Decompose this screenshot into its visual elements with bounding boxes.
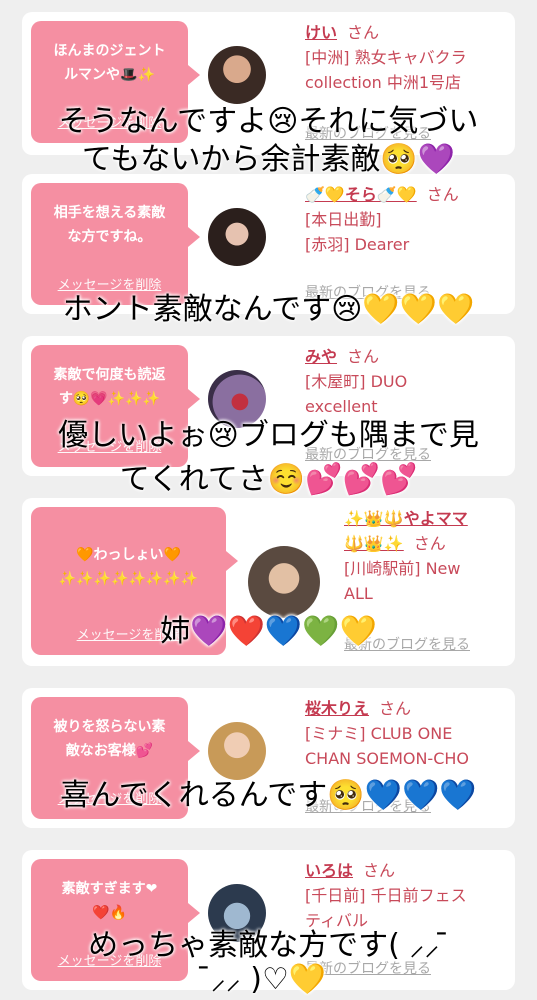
avatar[interactable] — [248, 546, 320, 618]
caption-text: ホント素敵なんです😢💛💛💛 — [62, 292, 475, 327]
avatar[interactable] — [208, 46, 266, 104]
cast-info: けい さん [中洲] 熟女キャバクラ collection 中洲1号店 — [305, 20, 520, 95]
cast-name-link[interactable]: いろは — [305, 861, 353, 880]
honorific: さん — [363, 861, 396, 880]
caption-text: てくれてさ☺️💕💕💕 — [119, 462, 418, 497]
honorific: さん — [426, 185, 459, 204]
caption-text: 優しいよぉ😢ブログも隅まで見 — [58, 418, 479, 453]
cast-info: 桜木りえ さん [ミナミ] CLUB ONE CHAN SOEMON-CHO — [305, 696, 520, 771]
caption-text: 姉💜❤️💙💚💛 — [160, 614, 377, 649]
cast-info: ✨👑🔱やよママ 🔱👑✨ さん [川崎駅前] New ALL — [344, 506, 509, 606]
message-bubble: 相手を想える素敵 な方ですね。 メッセージを削除 — [31, 183, 200, 305]
message-text: 🧡わっしょい🧡 ✨✨✨✨✨✨✨✨ — [58, 547, 199, 587]
message-text: 素敵で何度も読返 す🥺💗✨✨✨ — [53, 367, 166, 407]
cast-name-link[interactable]: けい — [305, 23, 337, 42]
caption-text: てもないから余計素敵🥺💜 — [81, 142, 456, 177]
caption-text: そうなんですよ😢それに気づい — [58, 104, 479, 139]
message-text: 被りを怒らない素 敵なお客様💕 — [53, 719, 166, 759]
honorific: さん — [379, 699, 412, 718]
shop-info: [中洲] 熟女キャバクラ collection 中洲1号店 — [305, 48, 467, 92]
message-text: 素敵すぎます❤ ❤️🔥 — [61, 881, 158, 921]
cast-name-link[interactable]: 🍼💛そら🍼💛 — [305, 185, 417, 204]
avatar[interactable] — [208, 208, 266, 266]
shop-info: [川崎駅前] New ALL — [344, 559, 461, 603]
caption-text: 喜んでくれるんです🥺💙💙💙 — [60, 778, 477, 813]
message-text: ほんまのジェント ルマンや🎩✨ — [53, 43, 166, 83]
honorific: さん — [347, 347, 380, 366]
cast-info: 🍼💛そら🍼💛 さん [本日出勤] [赤羽] Dearer — [305, 182, 520, 257]
shop-info: [本日出勤] [赤羽] Dearer — [305, 210, 410, 254]
shop-info: [ミナミ] CLUB ONE CHAN SOEMON-CHO — [305, 724, 469, 768]
cast-name-link[interactable]: ✨👑🔱やよママ — [344, 509, 468, 528]
honorific: さん — [413, 534, 446, 553]
cast-info: いろは さん [千日前] 千日前フェス ティバル — [305, 858, 520, 933]
caption-text: ̄⸝⸝ )♡💛 — [210, 962, 327, 997]
cast-info: みや さん [木屋町] DUO excellent — [305, 344, 520, 419]
cast-name-link-cont[interactable]: 🔱👑✨ — [344, 534, 404, 553]
cast-name-link[interactable]: 桜木りえ — [305, 699, 369, 718]
avatar[interactable] — [208, 722, 266, 780]
cast-name-link[interactable]: みや — [305, 347, 337, 366]
shop-info: [木屋町] DUO excellent — [305, 372, 408, 416]
message-text: 相手を想える素敵 な方ですね。 — [53, 205, 166, 245]
honorific: さん — [347, 23, 380, 42]
